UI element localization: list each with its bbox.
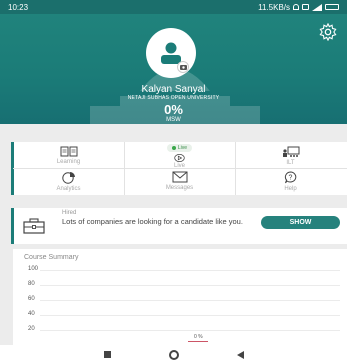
live-dot-icon: [171, 146, 176, 150]
tile-help[interactable]: ? Help: [235, 171, 346, 196]
profile-header: Kalyan Sanyal NETAJI SUBHAS OPEN UNIVERS…: [0, 14, 347, 124]
y-tick-label: 20: [28, 326, 35, 332]
svg-text:?: ?: [289, 175, 293, 182]
network-speed: 11.5KB/s: [258, 2, 290, 12]
tile-ilt[interactable]: ILT: [235, 146, 346, 171]
program-name: MSW: [166, 117, 181, 123]
home-icon[interactable]: [168, 349, 179, 360]
show-button[interactable]: SHOW: [261, 216, 340, 229]
system-nav-bar: [0, 345, 347, 364]
gridline: [40, 270, 340, 271]
envelope-icon: [172, 171, 187, 183]
gridline: [40, 300, 340, 301]
tile-label: ILT: [286, 160, 295, 166]
y-tick-label: 60: [28, 296, 35, 302]
help-bubble-icon: ?: [284, 171, 297, 184]
bar: [188, 341, 208, 342]
y-tick-label: 80: [28, 281, 35, 287]
y-tick-label: 40: [28, 311, 35, 317]
y-tick-label: 100: [28, 266, 39, 272]
hired-message: Lots of companies are looking for a cand…: [62, 217, 243, 226]
book-icon: [60, 146, 77, 157]
university-name: NETAJI SUBHAS OPEN UNIVERSITY: [127, 95, 220, 101]
hired-title: Hired: [62, 210, 77, 216]
gridline: [40, 330, 340, 331]
tile-label: Messages: [165, 185, 194, 191]
tile-live[interactable]: Live Live: [124, 144, 235, 169]
classroom-icon: [282, 146, 299, 157]
recents-icon[interactable]: [103, 351, 111, 358]
tile-label: Learning: [56, 159, 81, 165]
live-badge: Live: [166, 144, 193, 152]
clock: 10:23: [8, 2, 29, 12]
tile-label: Help: [284, 186, 297, 192]
tile-messages[interactable]: Messages: [124, 171, 235, 196]
progress-percent: 0%: [164, 102, 183, 117]
bar-value-label: 0 %: [194, 334, 203, 340]
live-badge-label: Live: [177, 145, 188, 151]
play-icon: [174, 154, 185, 162]
gridline: [40, 285, 340, 286]
gridline: [40, 315, 340, 316]
tile-analytics[interactable]: Analytics: [13, 171, 124, 196]
avatar[interactable]: [146, 28, 196, 78]
back-icon[interactable]: [236, 350, 244, 359]
status-bar: 10:23 11.5KB/s: [0, 0, 347, 14]
user-name: Kalyan Sanyal: [141, 84, 206, 95]
status-icons: 11.5KB/s: [258, 3, 339, 12]
tile-learning[interactable]: Learning: [13, 146, 124, 171]
signal-icon: [312, 3, 322, 11]
pie-chart-icon: [61, 172, 75, 184]
briefcase-icon: [23, 218, 45, 234]
tile-label: Live: [173, 163, 185, 169]
hired-accent-bar: [11, 208, 14, 244]
sim-icon: [302, 4, 309, 10]
battery-icon: [325, 4, 339, 10]
course-summary-title: Course Summary: [24, 254, 79, 261]
settings-gear-icon[interactable]: [319, 23, 337, 41]
camera-icon[interactable]: [177, 61, 189, 73]
sync-icon: [293, 4, 299, 10]
tile-label: Analytics: [56, 186, 81, 192]
